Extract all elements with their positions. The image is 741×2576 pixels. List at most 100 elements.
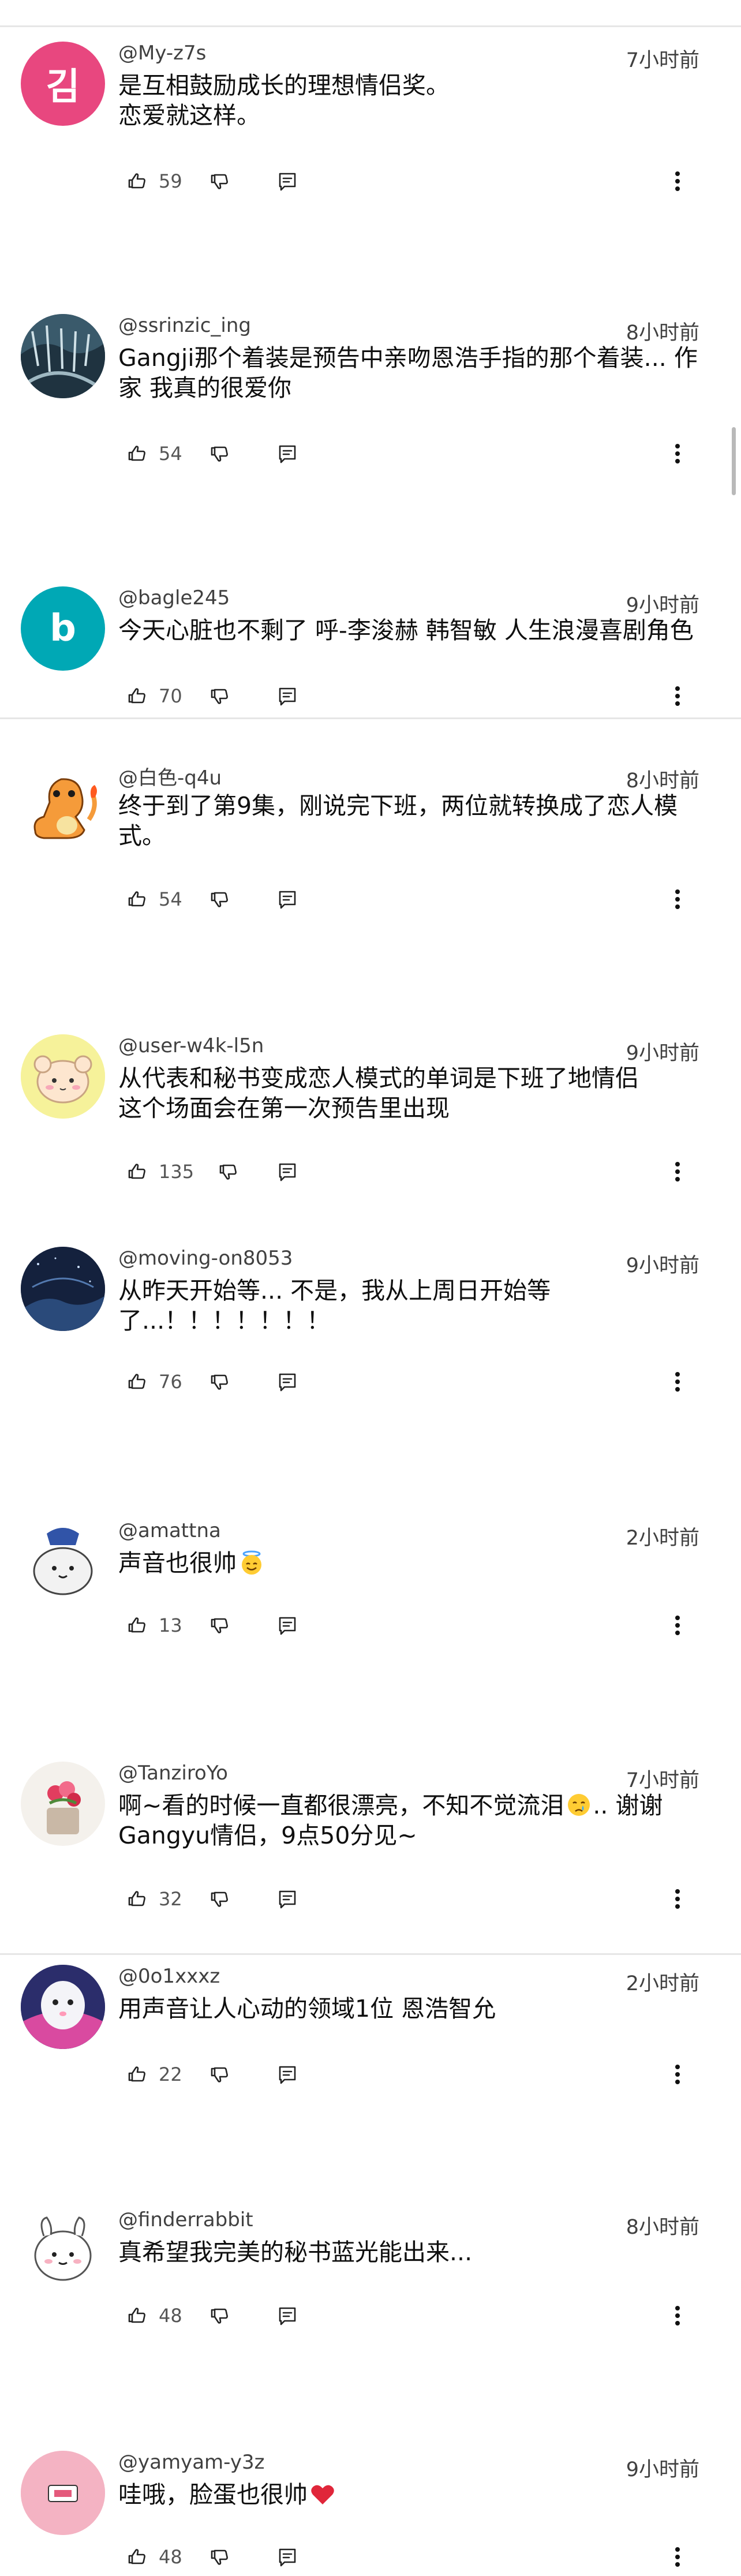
- like-button[interactable]: [125, 1608, 152, 1643]
- dislike-button[interactable]: [208, 2540, 234, 2574]
- comment-actions: 70: [118, 679, 741, 713]
- more-options-button[interactable]: [664, 164, 691, 199]
- avatar[interactable]: [21, 1762, 105, 1846]
- reply-button[interactable]: [274, 882, 301, 917]
- dislike-button[interactable]: [208, 679, 234, 713]
- more-options-button[interactable]: [664, 882, 691, 917]
- comment-actions: 76: [118, 1364, 741, 1399]
- dislike-button[interactable]: [208, 436, 234, 471]
- dislike-button[interactable]: [208, 1882, 234, 1916]
- dislike-button[interactable]: [208, 1608, 234, 1643]
- comment-text: 用声音让人心动的领域1位 恩浩智允: [118, 1995, 496, 2022]
- more-options-button[interactable]: [664, 2057, 691, 2092]
- comment-author[interactable]: @user-w4k-l5n: [118, 1034, 264, 1057]
- dislike-button[interactable]: [208, 1364, 234, 1399]
- comment-actions: 48: [118, 2298, 741, 2333]
- thumb-up-icon: [128, 1617, 145, 1633]
- avatar[interactable]: [21, 2451, 105, 2535]
- comment-time: 2小时前: [626, 1527, 699, 1550]
- reply-icon: [279, 2307, 296, 2325]
- reply-icon: [279, 1890, 296, 1909]
- avatar[interactable]: [21, 1519, 105, 1603]
- comment-time: 7小时前: [626, 49, 699, 72]
- reply-button[interactable]: [274, 2298, 301, 2333]
- reply-button[interactable]: [274, 1882, 301, 1916]
- reply-button[interactable]: [274, 1154, 301, 1189]
- reply-icon: [279, 2548, 296, 2567]
- dislike-button[interactable]: [216, 1154, 243, 1189]
- thumb-down-icon: [211, 174, 228, 189]
- more-vert-icon: [675, 1616, 680, 1635]
- more-options-button[interactable]: [664, 679, 691, 713]
- avatar[interactable]: [21, 1965, 105, 2049]
- more-options-button[interactable]: [664, 1608, 691, 1643]
- thumb-up-icon: [128, 2066, 145, 2082]
- comment-author[interactable]: @ssrinzic_ing: [118, 314, 251, 337]
- avatar[interactable]: [21, 2208, 105, 2293]
- reply-icon: [279, 891, 296, 909]
- like-button[interactable]: [125, 882, 152, 917]
- reply-icon: [279, 1617, 296, 1635]
- reply-button[interactable]: [274, 436, 301, 471]
- reply-button[interactable]: [274, 1608, 301, 1643]
- dislike-button[interactable]: [208, 2298, 234, 2333]
- like-button[interactable]: [125, 1364, 152, 1399]
- dislike-button[interactable]: [208, 882, 234, 917]
- more-options-button[interactable]: [664, 1154, 691, 1189]
- comment-text: 从代表和秘书变成恋人模式的单词是下班了地情侣 这个场面会在第一次预告里出现: [118, 1064, 639, 1122]
- reply-button[interactable]: [274, 2540, 301, 2574]
- more-options-button[interactable]: [664, 436, 691, 471]
- avatar-image: [21, 1247, 105, 1331]
- like-count: 59: [159, 170, 182, 192]
- comment-text: Gangji那个着装是预告中亲吻恩浩手指的那个着装... 作家 我真的很爱你: [118, 344, 698, 402]
- avatar[interactable]: [21, 1034, 105, 1119]
- comment-author[interactable]: @finderrabbit: [118, 2208, 253, 2231]
- thumb-down-icon: [211, 446, 228, 462]
- comment-author[interactable]: @白色-q4u: [118, 762, 222, 790]
- comment-author[interactable]: @amattna: [118, 1519, 221, 1542]
- comment-author[interactable]: @bagle245: [118, 586, 230, 610]
- more-options-button[interactable]: [664, 1882, 691, 1916]
- avatar[interactable]: 김: [21, 42, 105, 126]
- comment-time: 9小时前: [626, 594, 699, 617]
- like-button[interactable]: [125, 164, 152, 199]
- avatar[interactable]: [21, 762, 105, 846]
- more-vert-icon: [675, 1372, 680, 1392]
- comment-actions: 54: [118, 436, 741, 471]
- avatar[interactable]: [21, 1247, 105, 1331]
- like-button[interactable]: [125, 679, 152, 713]
- like-count: 54: [159, 443, 182, 465]
- comment-author[interactable]: @moving-on8053: [118, 1247, 293, 1270]
- dislike-button[interactable]: [208, 2057, 234, 2092]
- comment-author[interactable]: @0o1xxxz: [118, 1965, 220, 1988]
- like-button[interactable]: [125, 436, 152, 471]
- avatar-image: [21, 2451, 105, 2535]
- like-button[interactable]: [125, 2540, 152, 2574]
- reply-button[interactable]: [274, 2057, 301, 2092]
- like-button[interactable]: [125, 1154, 152, 1189]
- reply-icon: [279, 1373, 296, 1392]
- avatar[interactable]: b: [21, 586, 105, 671]
- avatar[interactable]: [21, 314, 105, 398]
- comment-actions: 135: [118, 1154, 741, 1189]
- like-count: 48: [159, 2546, 182, 2568]
- more-options-button[interactable]: [664, 1364, 691, 1399]
- comment-author[interactable]: @My-z7s: [118, 42, 206, 65]
- reply-button[interactable]: [274, 679, 301, 713]
- like-button[interactable]: [125, 2298, 152, 2333]
- thumb-down-icon: [211, 2067, 228, 2083]
- like-button[interactable]: [125, 2057, 152, 2092]
- more-vert-icon: [675, 2065, 680, 2084]
- more-options-button[interactable]: [664, 2540, 691, 2574]
- more-options-button[interactable]: [664, 2298, 691, 2333]
- comment-author[interactable]: @yamyam-y3z: [118, 2451, 264, 2474]
- reply-button[interactable]: [274, 1364, 301, 1399]
- more-vert-icon: [675, 889, 680, 909]
- comment-author[interactable]: @TanziroYo: [118, 1762, 228, 1785]
- thumb-down-icon: [219, 1164, 237, 1180]
- like-count: 76: [159, 1371, 182, 1393]
- reply-button[interactable]: [274, 164, 301, 199]
- dislike-button[interactable]: [208, 164, 234, 199]
- like-button[interactable]: [125, 1882, 152, 1916]
- comment-time: 7小时前: [626, 1769, 699, 1792]
